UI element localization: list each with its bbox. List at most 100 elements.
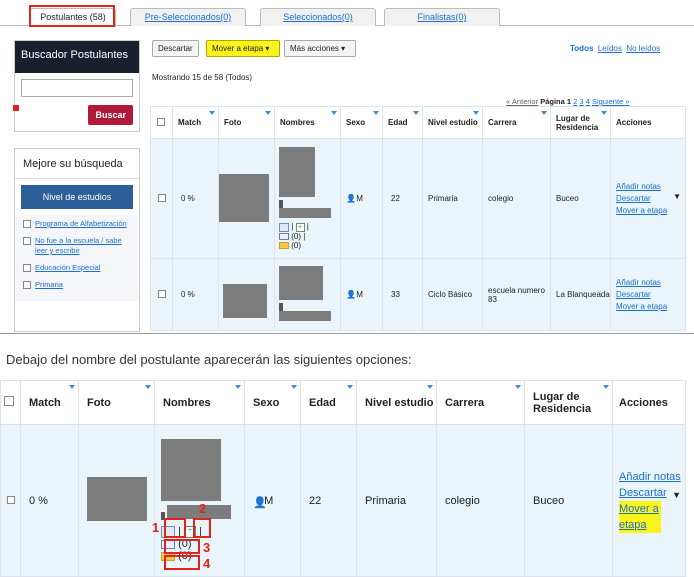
sort-icon bbox=[541, 111, 547, 115]
add-icon[interactable]: + bbox=[295, 222, 305, 232]
mover-etapa-link[interactable]: Mover a etapa bbox=[616, 205, 685, 217]
checkbox[interactable] bbox=[23, 237, 31, 245]
filter-todos[interactable]: Todos bbox=[570, 44, 593, 53]
marker-box-1 bbox=[164, 518, 186, 538]
checkbox[interactable] bbox=[23, 220, 31, 228]
page-2[interactable]: 2 bbox=[573, 97, 577, 106]
col-carrera[interactable]: Carrera bbox=[482, 106, 551, 139]
sort-icon bbox=[291, 385, 297, 389]
buscar-button[interactable]: Buscar bbox=[88, 105, 133, 125]
page-label: Página bbox=[540, 97, 565, 106]
col-lugar[interactable]: Lugar de Residencia bbox=[524, 380, 613, 425]
option-link[interactable]: Educación Especial bbox=[35, 263, 100, 273]
showing-count: Mostrando 15 de 58 (Todos) bbox=[152, 73, 253, 82]
header-checkbox[interactable] bbox=[150, 106, 173, 139]
filter-leidos[interactable]: Leídos bbox=[598, 44, 622, 53]
tab-finalistas[interactable]: Finalistas(0) bbox=[384, 8, 500, 26]
sort-icon bbox=[601, 111, 607, 115]
anadir-notas-link[interactable]: Añadir notas bbox=[616, 277, 685, 289]
marker-3: 3 bbox=[203, 540, 211, 555]
table-row: 0 % 👤 M 33 Ciclo Básico escuela numero 8… bbox=[150, 258, 686, 331]
tab-seleccionados[interactable]: Seleccionados(0) bbox=[260, 8, 376, 26]
col-foto[interactable]: Foto bbox=[218, 106, 275, 139]
checkbox[interactable] bbox=[23, 264, 31, 272]
marker-1: 1 bbox=[152, 520, 160, 535]
nivel-estudios-header[interactable]: Nivel de estudios bbox=[21, 185, 133, 209]
col-sexo[interactable]: Sexo bbox=[340, 106, 383, 139]
mail-icon[interactable] bbox=[279, 233, 289, 241]
page-4[interactable]: 4 bbox=[586, 97, 590, 106]
mover-etapa-link[interactable]: Mover a etapa bbox=[619, 500, 661, 533]
cell-lugar: La Blanqueada bbox=[550, 258, 611, 331]
col-nombres[interactable]: Nombres bbox=[274, 106, 341, 139]
option-link[interactable]: Primaria bbox=[35, 280, 63, 290]
zoom-table: Match Foto Nombres Sexo Edad Nivel estud… bbox=[0, 380, 686, 577]
row-checkbox[interactable] bbox=[157, 289, 166, 298]
cell-match: 0 % bbox=[172, 138, 219, 259]
row-checkbox[interactable] bbox=[6, 495, 15, 504]
cell-carrera: colegio bbox=[482, 138, 551, 259]
col-lugar[interactable]: Lugar de Residencia bbox=[550, 106, 611, 139]
chevron-down-icon: ▾ bbox=[341, 44, 346, 53]
mobile-icon bbox=[279, 200, 283, 209]
option-no-escuela[interactable]: No fue a la escuela / sabe leer y escrib… bbox=[23, 236, 131, 256]
filter-links: Todos Leídos No leídos bbox=[570, 44, 660, 53]
marker-box-3 bbox=[164, 539, 200, 554]
table-header: Match Foto Nombres Sexo Edad Nivel estud… bbox=[0, 380, 686, 425]
col-edad[interactable]: Edad bbox=[382, 106, 423, 139]
option-alfabetizacion[interactable]: Programa de Alfabetización bbox=[23, 219, 131, 229]
col-nivel[interactable]: Nivel estudio bbox=[422, 106, 483, 139]
descartar-button[interactable]: Descartar bbox=[152, 40, 199, 57]
mover-etapa-link[interactable]: Mover a etapa bbox=[616, 301, 685, 313]
page-3[interactable]: 3 bbox=[579, 97, 583, 106]
photo[interactable] bbox=[223, 283, 267, 318]
person-icon: 👤 bbox=[346, 290, 356, 300]
option-primaria[interactable]: Primaria bbox=[23, 280, 131, 290]
mover-etapa-button[interactable]: Mover a etapa ▾ bbox=[206, 40, 280, 57]
descartar-link[interactable]: Descartar bbox=[616, 289, 685, 301]
col-foto[interactable]: Foto bbox=[78, 380, 155, 425]
anadir-notas-link[interactable]: Añadir notas bbox=[619, 469, 685, 485]
checkbox[interactable] bbox=[23, 281, 31, 289]
col-match[interactable]: Match bbox=[20, 380, 79, 425]
name-redacted[interactable] bbox=[279, 208, 331, 219]
person-icon: 👤 bbox=[346, 194, 356, 204]
cell-carrera: escuela numero 83 bbox=[482, 258, 551, 331]
col-sexo[interactable]: Sexo bbox=[244, 380, 301, 425]
name-redacted[interactable] bbox=[279, 311, 331, 321]
name-photo bbox=[279, 266, 323, 300]
sort-icon bbox=[427, 385, 433, 389]
mas-acciones-button[interactable]: Más acciones ▾ bbox=[284, 40, 356, 57]
folder-icon[interactable] bbox=[279, 242, 289, 250]
col-acciones: Acciones bbox=[612, 380, 686, 425]
col-edad[interactable]: Edad bbox=[300, 380, 357, 425]
cell-match: 0 % bbox=[172, 258, 219, 331]
option-link[interactable]: No fue a la escuela / sabe leer y escrib… bbox=[35, 236, 131, 256]
page-prev[interactable]: « Anterior bbox=[506, 97, 538, 106]
page-next[interactable]: Siguiente » bbox=[592, 97, 630, 106]
col-match[interactable]: Match bbox=[172, 106, 219, 139]
table-header: Match Foto Nombres Sexo Edad Nivel estud… bbox=[150, 106, 686, 139]
tab-preseleccionados[interactable]: Pre-Seleccionados(0) bbox=[130, 8, 246, 26]
header-checkbox[interactable] bbox=[4, 396, 14, 406]
col-nivel[interactable]: Nivel estudio bbox=[356, 380, 437, 425]
option-especial[interactable]: Educación Especial bbox=[23, 263, 131, 273]
search-input[interactable] bbox=[21, 79, 133, 97]
marker-box-4 bbox=[164, 555, 200, 570]
row-checkbox[interactable] bbox=[157, 193, 166, 202]
photo[interactable] bbox=[87, 477, 147, 521]
col-nombres[interactable]: Nombres bbox=[154, 380, 245, 425]
candidates-table: Match Foto Nombres Sexo Edad Nivel estud… bbox=[150, 106, 686, 331]
col-carrera[interactable]: Carrera bbox=[436, 380, 525, 425]
chevron-down-icon: ▾ bbox=[265, 44, 270, 53]
sort-icon bbox=[209, 111, 215, 115]
photo[interactable] bbox=[219, 173, 269, 222]
sort-icon bbox=[373, 111, 379, 115]
sort-icon bbox=[473, 111, 479, 115]
option-link[interactable]: Programa de Alfabetización bbox=[35, 219, 127, 229]
mover-label: Mover a etapa bbox=[212, 44, 264, 53]
search-panel: Buscador Postulantes Buscar bbox=[13, 40, 140, 132]
profile-icon[interactable] bbox=[279, 222, 289, 232]
filter-no-leidos[interactable]: No leídos bbox=[626, 44, 660, 53]
search-title: Buscador Postulantes bbox=[15, 41, 139, 73]
